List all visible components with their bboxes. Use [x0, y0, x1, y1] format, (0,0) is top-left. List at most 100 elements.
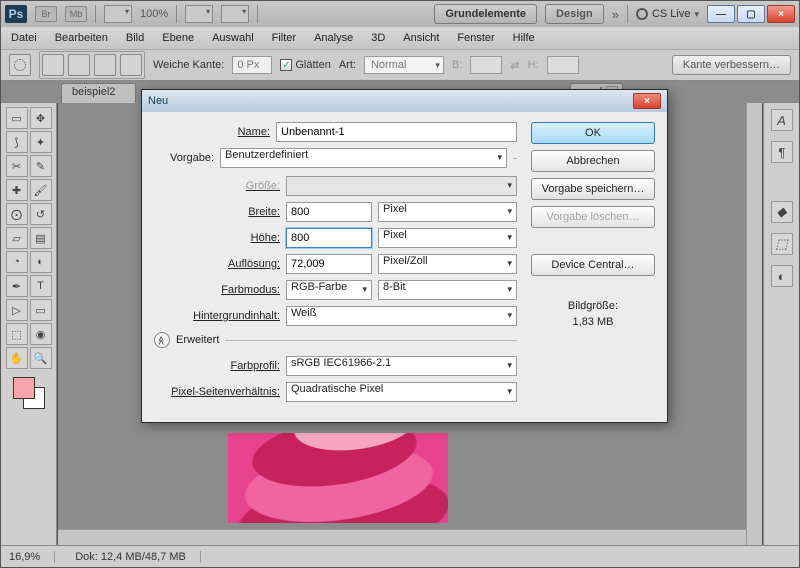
- window-close-button[interactable]: ×: [767, 5, 795, 23]
- menu-auswahl[interactable]: Auswahl: [212, 32, 254, 44]
- delete-preset-button: Vorgabe löschen…: [531, 206, 655, 228]
- crop-tool[interactable]: ✂: [6, 155, 28, 177]
- cslive-menu[interactable]: CS Live: [636, 8, 699, 20]
- imagesize-value: 1,83 MB: [531, 316, 655, 328]
- layers-panel-icon[interactable]: ◆: [771, 201, 793, 223]
- zoom-percent[interactable]: 100%: [140, 8, 168, 20]
- lasso-tool[interactable]: ⟆: [6, 131, 28, 153]
- marquee-add-icon[interactable]: [68, 54, 90, 76]
- extras-dropdown[interactable]: [221, 5, 249, 23]
- pixelratio-dropdown[interactable]: Quadratische Pixel: [286, 382, 517, 402]
- eraser-tool[interactable]: ▱: [6, 227, 28, 249]
- type-tool[interactable]: T: [30, 275, 52, 297]
- menu-ansicht[interactable]: Ansicht: [403, 32, 439, 44]
- character-panel-icon[interactable]: A: [771, 109, 793, 131]
- colorprofile-dropdown[interactable]: sRGB IEC61966-2.1: [286, 356, 517, 376]
- eyedrop-tool[interactable]: ✎: [30, 155, 52, 177]
- resolution-unit-dropdown[interactable]: Pixel/Zoll: [378, 254, 517, 274]
- advanced-toggle-icon[interactable]: [154, 332, 170, 348]
- zoom-tool[interactable]: 🔍: [30, 347, 52, 369]
- heal-tool[interactable]: ✚: [6, 179, 28, 201]
- menu-analyse[interactable]: Analyse: [314, 32, 353, 44]
- dialog-titlebar[interactable]: Neu ×: [142, 90, 667, 112]
- ok-button[interactable]: OK: [531, 122, 655, 144]
- screenmode-dropdown[interactable]: [104, 5, 132, 23]
- app-window: Ps Br Mb 100% Grundelemente Design » CS …: [0, 0, 800, 568]
- workspace-tab-grundelemente[interactable]: Grundelemente: [434, 4, 537, 24]
- menu-datei[interactable]: Datei: [11, 32, 37, 44]
- height-input[interactable]: [286, 228, 372, 248]
- path-tool[interactable]: ▷: [6, 299, 28, 321]
- doc-tab-1[interactable]: beispiel2: [61, 83, 136, 103]
- workspace-more-icon[interactable]: »: [612, 7, 619, 22]
- stamp-tool[interactable]: ⨀: [6, 203, 28, 225]
- tool-preset-icon[interactable]: [9, 54, 31, 76]
- scrollbar-horizontal[interactable]: [58, 529, 746, 545]
- menu-bearbeiten[interactable]: Bearbeiten: [55, 32, 108, 44]
- menu-hilfe[interactable]: Hilfe: [513, 32, 535, 44]
- menu-filter[interactable]: Filter: [272, 32, 296, 44]
- arrange-dropdown[interactable]: [185, 5, 213, 23]
- colorprofile-label: Farbprofil:: [164, 360, 280, 372]
- blur-tool[interactable]: ◔: [6, 251, 28, 273]
- camera-tool[interactable]: ◉: [30, 323, 52, 345]
- save-preset-button[interactable]: Vorgabe speichern…: [531, 178, 655, 200]
- cslive-icon: [636, 8, 648, 20]
- 3d-tool[interactable]: ⬚: [6, 323, 28, 345]
- name-input[interactable]: [276, 122, 517, 142]
- wand-tool[interactable]: ✦: [30, 131, 52, 153]
- checkbox-icon: [280, 59, 292, 71]
- status-zoom[interactable]: 16,9%: [9, 551, 55, 563]
- tool-palette: ▭✥ ⟆✦ ✂✎ ✚🖌 ⨀↺ ▱▤ ◔◐ ✒T ▷▭ ⬚◉ ✋🔍: [1, 103, 57, 545]
- refine-edge-button[interactable]: Kante verbessern…: [672, 55, 791, 75]
- menu-3d[interactable]: 3D: [371, 32, 385, 44]
- bitdepth-dropdown[interactable]: 8-Bit: [378, 280, 517, 300]
- dialog-close-button[interactable]: ×: [633, 93, 661, 109]
- window-maximize-button[interactable]: ▢: [737, 5, 765, 23]
- bridge-icon[interactable]: Br: [35, 6, 57, 22]
- dodge-tool[interactable]: ◐: [30, 251, 52, 273]
- resolution-input[interactable]: [286, 254, 372, 274]
- app-topbar: Ps Br Mb 100% Grundelemente Design » CS …: [1, 1, 799, 27]
- cancel-button[interactable]: Abbrechen: [531, 150, 655, 172]
- window-minimize-button[interactable]: —: [707, 5, 735, 23]
- hand-tool[interactable]: ✋: [6, 347, 28, 369]
- height-unit-dropdown[interactable]: Pixel: [378, 228, 517, 248]
- menu-bild[interactable]: Bild: [126, 32, 144, 44]
- paths-panel-icon[interactable]: ◐: [771, 265, 793, 287]
- pen-tool[interactable]: ✒: [6, 275, 28, 297]
- shape-tool[interactable]: ▭: [30, 299, 52, 321]
- height-field: [547, 56, 579, 74]
- device-central-button[interactable]: Device Central…: [531, 254, 655, 276]
- history-tool[interactable]: ↺: [30, 203, 52, 225]
- move-tool[interactable]: ✥: [30, 107, 52, 129]
- pixelratio-label: Pixel-Seitenverhältnis:: [164, 386, 280, 398]
- marquee-sub-icon[interactable]: [94, 54, 116, 76]
- bgcontent-dropdown[interactable]: Weiß: [286, 306, 517, 326]
- paragraph-panel-icon[interactable]: ¶: [771, 141, 793, 163]
- antialias-check[interactable]: Glätten: [280, 59, 330, 72]
- name-label: Name:: [154, 126, 270, 138]
- feather-field[interactable]: 0 Px: [232, 56, 272, 74]
- channels-panel-icon[interactable]: ⬚: [771, 233, 793, 255]
- menu-fenster[interactable]: Fenster: [457, 32, 494, 44]
- style-dropdown[interactable]: Normal: [364, 56, 444, 74]
- menu-ebene[interactable]: Ebene: [162, 32, 194, 44]
- workspace-tab-design[interactable]: Design: [545, 4, 604, 24]
- marquee-shape-group: [39, 51, 145, 79]
- marquee-tool[interactable]: ▭: [6, 107, 28, 129]
- status-doc-size[interactable]: Dok: 12,4 MB/48,7 MB: [75, 551, 201, 563]
- marquee-int-icon[interactable]: [120, 54, 142, 76]
- size-dropdown: [286, 176, 517, 196]
- scrollbar-vertical[interactable]: [746, 103, 762, 545]
- width-input[interactable]: [286, 202, 372, 222]
- preset-dropdown[interactable]: Benutzerdefiniert: [220, 148, 507, 168]
- marquee-new-icon[interactable]: [42, 54, 64, 76]
- color-swatches[interactable]: [13, 377, 45, 409]
- brush-tool[interactable]: 🖌: [30, 179, 52, 201]
- colormode-dropdown[interactable]: RGB-Farbe: [286, 280, 372, 300]
- minibridge-icon[interactable]: Mb: [65, 6, 87, 22]
- bgcontent-label: Hintergrundinhalt:: [164, 310, 280, 322]
- gradient-tool[interactable]: ▤: [30, 227, 52, 249]
- width-unit-dropdown[interactable]: Pixel: [378, 202, 517, 222]
